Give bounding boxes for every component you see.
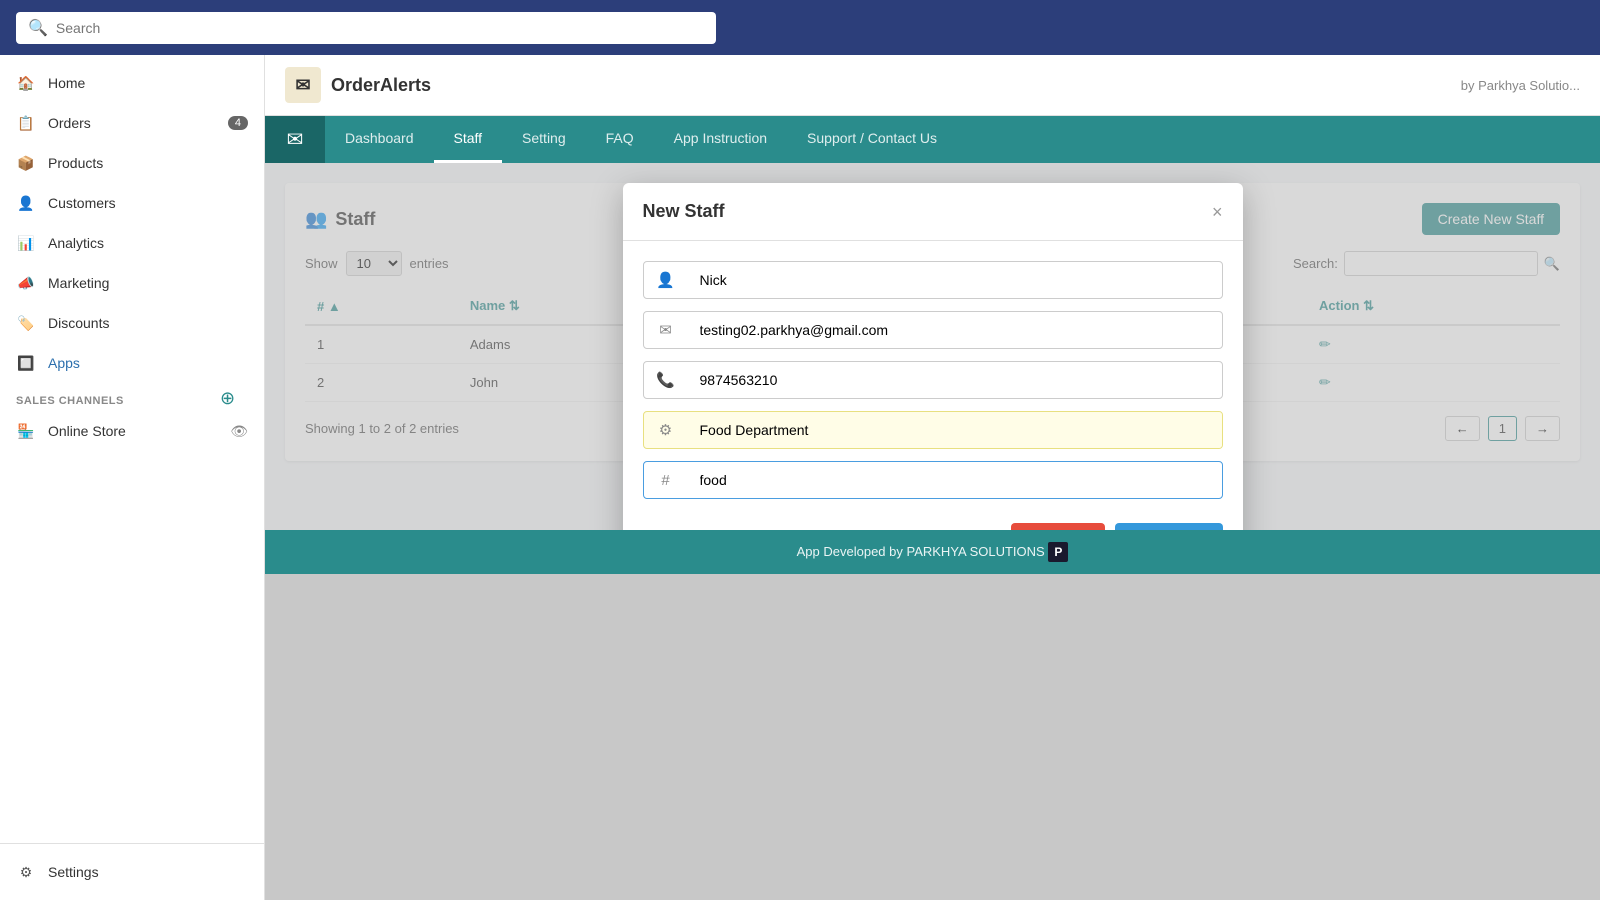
sidebar-item-label: Discounts	[48, 315, 109, 331]
products-icon: 📦	[16, 153, 36, 173]
name-field-container: 👤	[643, 261, 1223, 299]
email-icon: ✉	[644, 321, 688, 339]
online-store-icon: 🏪	[16, 421, 36, 441]
content-area: ✉ OrderAlerts by Parkhya Solutio... ✉ Da…	[265, 55, 1600, 900]
modal-close-button[interactable]: ×	[1212, 203, 1223, 221]
email-field-container: ✉	[643, 311, 1223, 349]
analytics-icon: 📊	[16, 233, 36, 253]
department-field-container: ⚙	[643, 411, 1223, 449]
sidebar-item-label: Marketing	[48, 275, 109, 291]
email-input[interactable]	[688, 312, 1222, 348]
sidebar-item-label: Customers	[48, 195, 116, 211]
home-icon: 🏠	[16, 73, 36, 93]
sidebar-item-analytics[interactable]: 📊 Analytics	[0, 223, 264, 263]
app-brand: ✉ OrderAlerts	[285, 67, 431, 103]
sidebar-item-label: Home	[48, 75, 85, 91]
customers-icon: 👤	[16, 193, 36, 213]
search-input[interactable]	[56, 20, 704, 36]
sidebar-item-discounts[interactable]: 🏷️ Discounts	[0, 303, 264, 343]
app-by-text: by Parkhya Solutio...	[1461, 78, 1580, 93]
reset-button[interactable]: ↺ Reset	[1011, 523, 1105, 530]
sidebar-item-marketing[interactable]: 📣 Marketing	[0, 263, 264, 303]
brand-icon: ✉	[285, 67, 321, 103]
marketing-icon: 📣	[16, 273, 36, 293]
nav-item-setting[interactable]: Setting	[502, 116, 586, 163]
phone-icon: 📞	[644, 371, 688, 389]
main-layout: 🏠 Home 📋 Orders 4 📦 Products 👤 Customers…	[0, 55, 1600, 900]
sidebar-item-label: Orders	[48, 115, 91, 131]
app-footer: App Developed by PARKHYA SOLUTIONS P	[265, 530, 1600, 574]
sidebar-item-label: Settings	[48, 864, 99, 880]
sidebar-item-products[interactable]: 📦 Products	[0, 143, 264, 183]
brand-name: OrderAlerts	[331, 75, 431, 96]
tag-input[interactable]	[688, 462, 1222, 498]
footer-p-icon: P	[1048, 542, 1068, 562]
nav-item-support[interactable]: Support / Contact Us	[787, 116, 957, 163]
sidebar-item-label: Products	[48, 155, 103, 171]
sidebar-item-orders[interactable]: 📋 Orders 4	[0, 103, 264, 143]
tag-icon: #	[644, 472, 688, 489]
orders-badge: 4	[228, 116, 248, 130]
sidebar-item-apps[interactable]: 🔲 Apps	[0, 343, 264, 383]
gray-area	[265, 574, 1600, 900]
name-icon: 👤	[644, 271, 688, 289]
app-nav-logo: ✉	[265, 116, 325, 163]
new-staff-modal: New Staff × 👤 ✉ 📞	[623, 183, 1243, 530]
online-store-eye-icon: 👁	[230, 423, 248, 440]
tag-field-container: #	[643, 461, 1223, 499]
sidebar-item-label: Online Store	[48, 423, 126, 439]
nav-item-faq[interactable]: FAQ	[586, 116, 654, 163]
app-nav: ✉ Dashboard Staff Setting FAQ App Instru…	[265, 116, 1600, 163]
sidebar: 🏠 Home 📋 Orders 4 📦 Products 👤 Customers…	[0, 55, 265, 900]
department-input[interactable]	[688, 412, 1222, 448]
app-header: ✉ OrderAlerts by Parkhya Solutio...	[265, 55, 1600, 116]
sidebar-item-customers[interactable]: 👤 Customers	[0, 183, 264, 223]
modal-overlay: New Staff × 👤 ✉ 📞	[265, 163, 1600, 530]
add-sales-channel-icon[interactable]: ⊕	[220, 388, 235, 409]
settings-icon: ⚙	[16, 862, 36, 882]
phone-input[interactable]	[688, 362, 1222, 398]
nav-item-app-instruction[interactable]: App Instruction	[654, 116, 787, 163]
modal-actions: ↺ Reset 💾 Submit	[643, 511, 1223, 530]
sidebar-item-label: Analytics	[48, 235, 104, 251]
sidebar-item-online-store[interactable]: 🏪 Online Store 👁	[0, 411, 264, 451]
footer-text: App Developed by PARKHYA SOLUTIONS	[797, 544, 1045, 559]
page-content: 👥 Staff Create New Staff Show 10 25 50 1…	[265, 163, 1600, 530]
nav-item-staff[interactable]: Staff	[434, 116, 503, 163]
phone-field-container: 📞	[643, 361, 1223, 399]
submit-button[interactable]: 💾 Submit	[1115, 523, 1222, 530]
modal-body: 👤 ✉ 📞 ⚙	[623, 241, 1243, 530]
name-input[interactable]	[688, 262, 1222, 298]
discounts-icon: 🏷️	[16, 313, 36, 333]
search-icon: 🔍	[28, 18, 48, 38]
sidebar-item-settings[interactable]: ⚙ Settings	[0, 852, 264, 892]
sidebar-item-label: Apps	[48, 355, 80, 371]
sidebar-bottom: ⚙ Settings	[0, 843, 264, 892]
department-icon: ⚙	[644, 421, 688, 439]
search-box[interactable]: 🔍	[16, 12, 716, 44]
orders-icon: 📋	[16, 113, 36, 133]
nav-item-dashboard[interactable]: Dashboard	[325, 116, 434, 163]
modal-header: New Staff ×	[623, 183, 1243, 241]
top-bar: 🔍	[0, 0, 1600, 55]
modal-title: New Staff	[643, 201, 725, 222]
sidebar-item-home[interactable]: 🏠 Home	[0, 63, 264, 103]
apps-icon: 🔲	[16, 353, 36, 373]
